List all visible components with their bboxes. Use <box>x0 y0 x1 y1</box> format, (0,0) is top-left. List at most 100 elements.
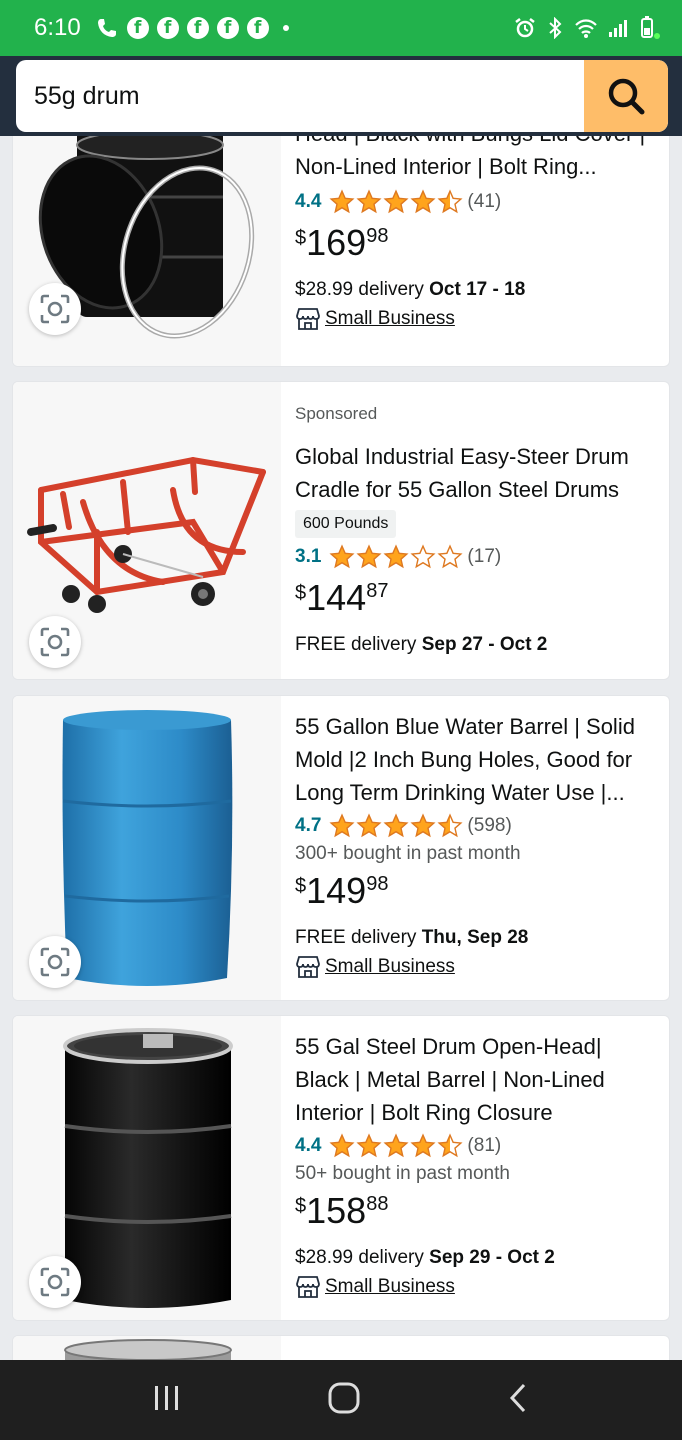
price-symbol: $ <box>295 582 307 604</box>
delivery-info: FREE delivery Thu, Sep 28 <box>295 927 659 949</box>
star-icon <box>410 1133 436 1158</box>
camera-lens-icon <box>40 1267 70 1297</box>
product-title-partial[interactable] <box>295 1350 659 1360</box>
product-image[interactable] <box>13 1336 281 1360</box>
star-icon <box>437 813 463 838</box>
home-button[interactable] <box>327 1381 361 1420</box>
product-card[interactable] <box>12 1335 670 1360</box>
more-notifications-icon <box>282 25 289 31</box>
product-rating[interactable]: 4.4 (41) <box>295 185 659 219</box>
visual-search-button[interactable] <box>29 936 81 988</box>
small-business-badge[interactable]: Small Business <box>295 307 659 331</box>
product-image[interactable] <box>13 136 281 366</box>
camera-lens-icon <box>40 627 70 657</box>
product-title[interactable]: 55 Gallon Blue Water Barrel | Solid Mold… <box>295 710 659 809</box>
price-symbol: $ <box>295 1195 307 1217</box>
star-rating <box>329 189 463 215</box>
star-icon <box>356 189 382 214</box>
star-icon <box>329 813 355 838</box>
system-icons <box>514 16 660 40</box>
visual-search-button[interactable] <box>29 1256 81 1308</box>
product-rating[interactable]: 4.7 (598) <box>295 809 659 843</box>
wifi-icon <box>575 19 597 38</box>
product-title[interactable]: Global Industrial Easy-Steer Drum Cradle… <box>295 440 659 506</box>
product-info <box>295 1350 659 1360</box>
recent-apps-icon <box>155 1385 179 1410</box>
product-rating[interactable]: 4.4 (81) <box>295 1129 659 1163</box>
search-header <box>0 56 682 136</box>
camera-lens-icon <box>40 947 70 977</box>
product-title[interactable]: 55 Gal Steel Drum Open-Head| Black | Met… <box>295 1030 659 1129</box>
product-price: $ 158 88 <box>295 1189 659 1241</box>
status-time: 6:10 <box>34 14 81 41</box>
product-card[interactable]: 55 Gal Steel Drum Open-Head| Black | Met… <box>12 1015 670 1321</box>
recent-apps-button[interactable] <box>152 1383 182 1418</box>
delivery-prefix: $28.99 delivery <box>295 1247 424 1268</box>
small-business-label: Small Business <box>325 308 455 329</box>
review-count: (81) <box>467 1135 502 1156</box>
search-input[interactable] <box>16 60 584 132</box>
price-fraction: 88 <box>366 1193 389 1215</box>
facebook-icon: f <box>186 17 209 39</box>
product-price: $ 169 98 <box>295 221 659 273</box>
home-icon <box>328 1382 360 1413</box>
star-icon <box>410 813 436 838</box>
product-info: 55 Gallon Blue Water Barrel | Solid Mold… <box>295 710 659 979</box>
star-icon <box>383 813 409 838</box>
notification-icons: f f f f f <box>95 16 289 40</box>
star-rating <box>329 813 463 839</box>
delivery-prefix: FREE delivery <box>295 634 417 655</box>
alarm-icon <box>515 18 535 38</box>
product-info: 55 Gal Steel Drum Open-Head| Black | Met… <box>295 1030 659 1299</box>
product-rating[interactable]: 3.1 (17) <box>295 540 659 574</box>
search-icon <box>608 78 645 115</box>
store-icon <box>296 956 320 978</box>
star-icon <box>383 1133 409 1158</box>
status-bar: 6:10 f f f f f <box>0 0 682 56</box>
facebook-icon: f <box>156 17 179 39</box>
price-whole: 158 <box>306 1190 367 1231</box>
product-card[interactable]: Sponsored Global Industrial Easy-Steer D… <box>12 381 670 680</box>
product-price: $ 149 98 <box>295 869 659 921</box>
small-business-label: Small Business <box>325 1276 455 1297</box>
star-icon <box>410 189 436 214</box>
delivery-prefix: FREE delivery <box>295 927 417 948</box>
review-count: (598) <box>467 815 512 836</box>
visual-search-button[interactable] <box>29 283 81 335</box>
delivery-date: Sep 27 - Oct 2 <box>421 634 548 655</box>
small-business-badge[interactable]: Small Business <box>295 955 659 979</box>
product-card[interactable]: Head | Black with Bungs Lid Cover | Non-… <box>12 136 670 367</box>
star-icon <box>329 544 355 569</box>
rating-value: 4.4 <box>295 1135 322 1156</box>
small-business-badge[interactable]: Small Business <box>295 1275 659 1299</box>
rating-value: 4.4 <box>295 191 322 212</box>
star-icon <box>329 189 355 214</box>
search-bar <box>16 60 668 132</box>
search-button[interactable] <box>584 60 668 132</box>
facebook-icon: f <box>216 17 239 39</box>
star-icon <box>410 544 436 569</box>
back-button[interactable] <box>506 1381 530 1420</box>
visual-search-button[interactable] <box>29 616 81 668</box>
sponsored-label: Sponsored <box>295 404 378 423</box>
steel-drum-partial-image <box>64 1339 232 1360</box>
product-image[interactable] <box>13 696 281 1000</box>
product-image[interactable] <box>13 1016 281 1320</box>
bought-count: 50+ bought in past month <box>295 1163 510 1184</box>
star-icon <box>356 544 382 569</box>
product-image[interactable] <box>13 382 281 679</box>
facebook-icon: f <box>246 17 269 39</box>
star-icon <box>437 544 463 569</box>
star-rating <box>329 1133 463 1159</box>
delivery-info: $28.99 delivery Sep 29 - Oct 2 <box>295 1247 659 1269</box>
price-fraction: 98 <box>366 873 389 895</box>
delivery-date: Sep 29 - Oct 2 <box>429 1247 555 1268</box>
star-icon <box>437 189 463 214</box>
delivery-date: Thu, Sep 28 <box>421 927 529 948</box>
product-title[interactable]: Head | Black with Bungs Lid Cover | Non-… <box>295 136 659 185</box>
price-whole: 144 <box>306 577 367 618</box>
product-card[interactable]: 55 Gallon Blue Water Barrel | Solid Mold… <box>12 695 670 1001</box>
delivery-info: $28.99 delivery Oct 17 - 18 <box>295 279 659 301</box>
price-symbol: $ <box>295 875 307 897</box>
camera-lens-icon <box>40 294 70 324</box>
